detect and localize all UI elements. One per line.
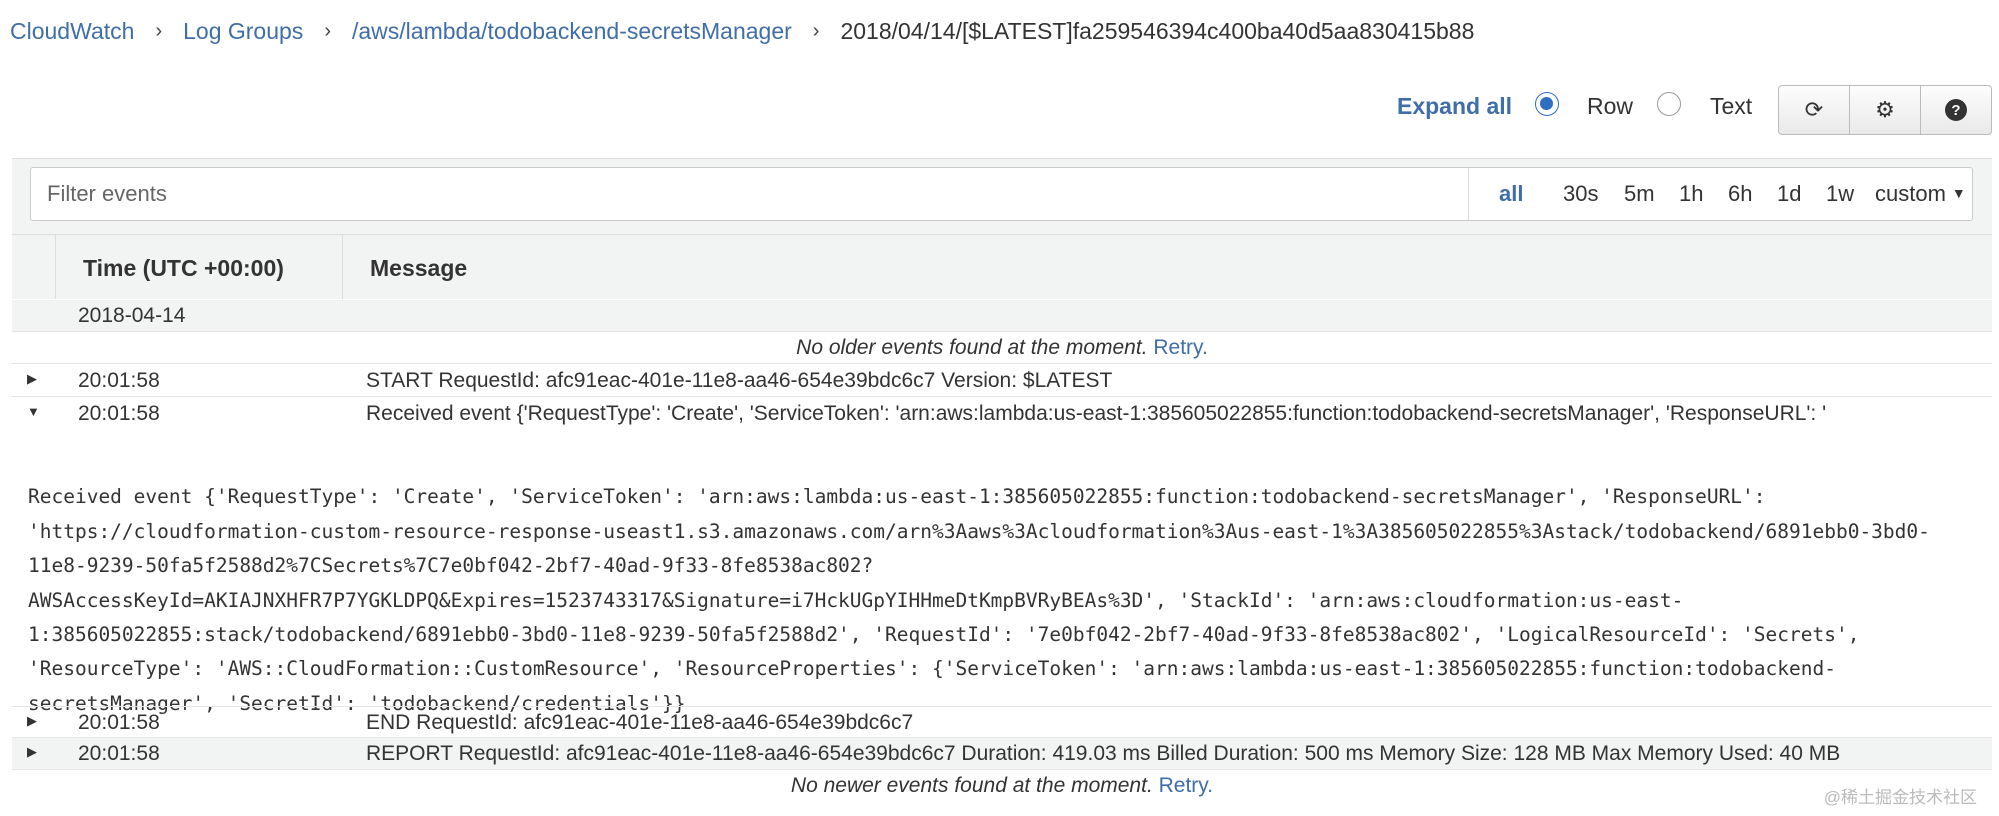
row-view-radio[interactable] bbox=[1535, 92, 1559, 116]
expand-arrow-icon[interactable]: ▶ bbox=[27, 371, 37, 387]
event-time: 20:01:58 bbox=[78, 402, 160, 425]
detail-line: Received event {'RequestType': 'Create',… bbox=[28, 485, 1766, 509]
view-toolbar: Expand all Row Text ⟳ ⚙ ? bbox=[0, 85, 1999, 135]
breadcrumb-separator-icon: › bbox=[155, 20, 163, 42]
event-time: 20:01:58 bbox=[78, 742, 160, 765]
column-divider bbox=[342, 235, 343, 299]
detail-line: AWSAccessKeyId=AKIAJNXHFR7P7YGKLDPQ&Expi… bbox=[28, 588, 1684, 612]
newer-events-notice: No newer events found at the moment. Ret… bbox=[12, 770, 1992, 802]
time-column-header[interactable]: Time (UTC +00:00) bbox=[83, 255, 284, 282]
time-range-custom-label: custom bbox=[1875, 181, 1946, 206]
time-range-30s[interactable]: 30s bbox=[1563, 181, 1598, 207]
event-message: Received event {'RequestType': 'Create',… bbox=[366, 402, 1827, 425]
table-header: Time (UTC +00:00) Message bbox=[12, 234, 1992, 299]
time-range-6h[interactable]: 6h bbox=[1728, 181, 1752, 207]
newer-events-text: No newer events found at the moment. bbox=[790, 774, 1153, 797]
breadcrumb-current-stream: 2018/04/14/[$LATEST]fa259546394c400ba40d… bbox=[840, 18, 1475, 44]
refresh-button[interactable]: ⟳ bbox=[1779, 86, 1850, 134]
older-events-notice: No older events found at the moment. Ret… bbox=[12, 332, 1992, 364]
filter-events-input[interactable] bbox=[31, 168, 1469, 220]
log-events-panel: all 30s 5m 1h 6h 1d 1w custom ▼ Time (UTC… bbox=[12, 158, 1992, 299]
time-range-all[interactable]: all bbox=[1499, 181, 1523, 207]
text-view-label[interactable]: Text bbox=[1710, 93, 1752, 120]
breadcrumb-separator-icon: › bbox=[324, 20, 331, 42]
detail-line: 'ResourceType': 'AWS::CloudFormation::Cu… bbox=[28, 657, 1836, 681]
time-range-1h[interactable]: 1h bbox=[1679, 181, 1703, 207]
log-event-row[interactable]: ▶ 20:01:58 END RequestId: afc91eac-401e-… bbox=[12, 706, 1992, 738]
event-message: START RequestId: afc91eac-401e-11e8-aa46… bbox=[366, 369, 1113, 392]
retry-newer-link[interactable]: Retry. bbox=[1159, 774, 1213, 797]
event-detail-text: Received event {'RequestType': 'Create',… bbox=[28, 446, 1988, 721]
filter-bar: all 30s 5m 1h 6h 1d 1w custom ▼ bbox=[30, 167, 1973, 221]
event-message: REPORT RequestId: afc91eac-401e-11e8-aa4… bbox=[366, 742, 1841, 765]
row-view-label[interactable]: Row bbox=[1587, 93, 1633, 120]
time-range-5m[interactable]: 5m bbox=[1624, 181, 1655, 207]
caret-down-icon: ▼ bbox=[1951, 185, 1966, 201]
gear-icon: ⚙ bbox=[1875, 97, 1895, 122]
log-event-row-expanded[interactable]: ▼ 20:01:58 Received event {'RequestType'… bbox=[12, 398, 1992, 430]
event-time: 20:01:58 bbox=[78, 711, 160, 734]
column-divider bbox=[55, 235, 56, 299]
date-group-row: 2018-04-14 bbox=[12, 300, 1992, 332]
text-view-radio[interactable] bbox=[1657, 92, 1681, 116]
breadcrumb-link-cloudwatch[interactable]: CloudWatch bbox=[10, 18, 134, 45]
time-range-1w[interactable]: 1w bbox=[1826, 181, 1854, 207]
time-range-custom-dropdown[interactable]: custom ▼ bbox=[1875, 181, 1966, 207]
breadcrumb-link-log-groups[interactable]: Log Groups bbox=[183, 18, 303, 45]
breadcrumb-link-log-group[interactable]: /aws/lambda/todobackend-secretsManager bbox=[352, 18, 792, 45]
retry-older-link[interactable]: Retry. bbox=[1153, 336, 1207, 359]
log-event-row[interactable]: ▶ 20:01:58 REPORT RequestId: afc91eac-40… bbox=[12, 738, 1992, 770]
older-events-text: No older events found at the moment. bbox=[796, 336, 1148, 359]
toolbar-button-group: ⟳ ⚙ ? bbox=[1778, 85, 1992, 135]
settings-button[interactable]: ⚙ bbox=[1850, 86, 1921, 134]
refresh-icon: ⟳ bbox=[1804, 97, 1824, 122]
collapse-arrow-icon[interactable]: ▼ bbox=[27, 404, 40, 419]
detail-line: 11e8-9239-50fa5f2588d2%7CSecrets%7C7e0bf… bbox=[28, 554, 874, 578]
log-event-row[interactable]: ▶ 20:01:58 START RequestId: afc91eac-401… bbox=[12, 365, 1992, 397]
breadcrumb: CloudWatch › Log Groups › /aws/lambda/to… bbox=[10, 18, 1474, 45]
expand-arrow-icon[interactable]: ▶ bbox=[27, 713, 37, 729]
expand-arrow-icon[interactable]: ▶ bbox=[27, 744, 37, 760]
detail-line: 'https://cloudformation-custom-resource-… bbox=[28, 519, 1930, 543]
event-message: END RequestId: afc91eac-401e-11e8-aa46-6… bbox=[366, 711, 914, 734]
help-icon: ? bbox=[1945, 99, 1967, 121]
time-range-1d[interactable]: 1d bbox=[1777, 181, 1801, 207]
message-column-header: Message bbox=[370, 255, 468, 281]
watermark: @稀土掘金技术社区 bbox=[1823, 788, 1977, 807]
event-time: 20:01:58 bbox=[78, 369, 160, 392]
date-group-label: 2018-04-14 bbox=[78, 304, 186, 327]
breadcrumb-separator-icon: › bbox=[812, 20, 820, 42]
help-button[interactable]: ? bbox=[1921, 86, 1991, 134]
detail-line: 1:385605022855:stack/todobackend/6891ebb… bbox=[28, 623, 1860, 647]
expand-all-button[interactable]: Expand all bbox=[1397, 93, 1512, 120]
